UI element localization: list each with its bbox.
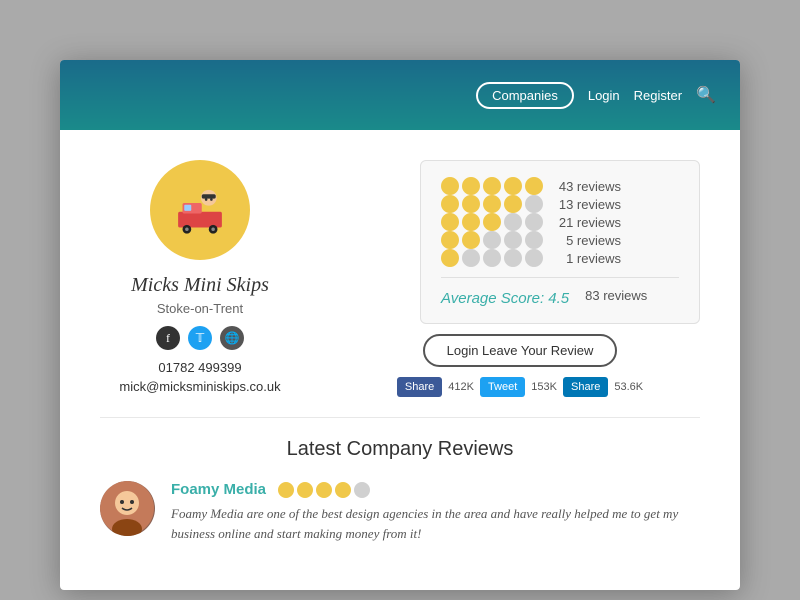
star-empty (483, 231, 501, 249)
star-row: 1 reviews (441, 249, 679, 267)
review-text: Foamy Media are one of the best design a… (171, 504, 700, 543)
linkedin-share-label: Share (571, 381, 600, 393)
star-empty (504, 213, 522, 231)
leave-review-button[interactable]: Login Leave Your Review (423, 334, 618, 367)
star-empty (462, 249, 480, 267)
review-item: Foamy Media Foamy Media are one of the be… (100, 481, 700, 543)
reviewer-info: Foamy Media Foamy Media are one of the be… (171, 481, 700, 543)
star-filled (504, 177, 522, 195)
twitter-share-label: Tweet (488, 381, 517, 393)
twitter-share-button[interactable]: Tweet (480, 377, 525, 397)
star-empty (525, 231, 543, 249)
star-rows-container: 43 reviews 13 reviews 21 reviews 5 reviews 1… (441, 177, 679, 267)
latest-reviews-section: Latest Company Reviews Foamy MediaFoamy … (60, 418, 740, 563)
reviewer-avatar (100, 481, 155, 536)
star-empty (483, 249, 501, 267)
star-filled (483, 213, 501, 231)
facebook-share-label: Share (405, 381, 434, 393)
facebook-icon[interactable]: f (156, 326, 180, 350)
review-count: 1 reviews (551, 251, 621, 266)
reviewer-star-filled (297, 482, 313, 498)
star-filled (483, 195, 501, 213)
reviews-panel: 43 reviews 13 reviews 21 reviews 5 reviews 1… (340, 160, 700, 397)
star-empty (504, 231, 522, 249)
facebook-share-button[interactable]: Share (397, 377, 442, 397)
company-info: Micks Mini Skips Stoke-on-Trent f 𝕋 🌐 01… (100, 160, 300, 397)
reviews-container: Foamy Media Foamy Media are one of the be… (100, 481, 700, 543)
star-row: 21 reviews (441, 213, 679, 231)
star-filled (462, 177, 480, 195)
companies-button[interactable]: Companies (476, 82, 574, 109)
star-filled (462, 213, 480, 231)
star-filled (441, 177, 459, 195)
review-count: 13 reviews (551, 197, 621, 212)
star-row: 43 reviews (441, 177, 679, 195)
reviewer-star-filled (278, 482, 294, 498)
reviewer-star-filled (335, 482, 351, 498)
latest-reviews-title: Latest Company Reviews (100, 438, 700, 461)
stars (441, 213, 543, 231)
linkedin-share-count: 53.6K (614, 381, 643, 393)
social-share: Share 412K Tweet 153K Share 53.6K (397, 377, 643, 397)
star-filled (462, 231, 480, 249)
stars (441, 249, 543, 267)
star-filled (441, 195, 459, 213)
search-icon[interactable]: 🔍 (696, 85, 716, 105)
star-empty (525, 213, 543, 231)
company-email: mick@micksminiskips.co.uk (119, 379, 280, 394)
main-window: Companies Login Register 🔍 (60, 60, 740, 590)
company-location: Stoke-on-Trent (157, 301, 243, 316)
company-logo (150, 160, 250, 260)
star-row: 13 reviews (441, 195, 679, 213)
profile-section: Micks Mini Skips Stoke-on-Trent f 𝕋 🌐 01… (60, 130, 740, 417)
star-row: 5 reviews (441, 231, 679, 249)
linkedin-share-button[interactable]: Share (563, 377, 608, 397)
header: Companies Login Register 🔍 (60, 60, 740, 130)
company-logo-svg (165, 175, 235, 245)
facebook-share-count: 412K (448, 381, 474, 393)
star-filled (441, 249, 459, 267)
star-empty (525, 249, 543, 267)
login-link[interactable]: Login (588, 88, 620, 103)
stars-box: 43 reviews 13 reviews 21 reviews 5 reviews 1… (420, 160, 700, 324)
star-filled (441, 231, 459, 249)
star-filled (462, 195, 480, 213)
reviewer-stars (278, 482, 370, 498)
star-filled (525, 177, 543, 195)
twitter-icon[interactable]: 𝕋 (188, 326, 212, 350)
globe-icon[interactable]: 🌐 (220, 326, 244, 350)
company-name: Micks Mini Skips (131, 274, 269, 297)
review-count: 21 reviews (551, 215, 621, 230)
stars (441, 177, 543, 195)
stars (441, 195, 543, 213)
reviewer-star-filled (316, 482, 332, 498)
average-row: Average Score: 4.5 83 reviews (441, 277, 679, 307)
total-reviews: 83 reviews (585, 288, 647, 303)
star-empty (525, 195, 543, 213)
reviewer-name: Foamy Media (171, 481, 266, 498)
register-link[interactable]: Register (634, 88, 682, 103)
star-empty (504, 249, 522, 267)
social-icons: f 𝕋 🌐 (156, 326, 244, 350)
review-count: 5 reviews (551, 233, 621, 248)
review-count: 43 reviews (551, 179, 621, 194)
star-filled (483, 177, 501, 195)
star-filled (504, 195, 522, 213)
stars (441, 231, 543, 249)
twitter-share-count: 153K (531, 381, 557, 393)
star-filled (441, 213, 459, 231)
average-score: Average Score: 4.5 (441, 290, 569, 307)
reviewer-header: Foamy Media (171, 481, 700, 498)
header-nav: Companies Login Register 🔍 (476, 82, 716, 109)
reviewer-star-empty (354, 482, 370, 498)
company-phone: 01782 499399 (158, 360, 241, 375)
